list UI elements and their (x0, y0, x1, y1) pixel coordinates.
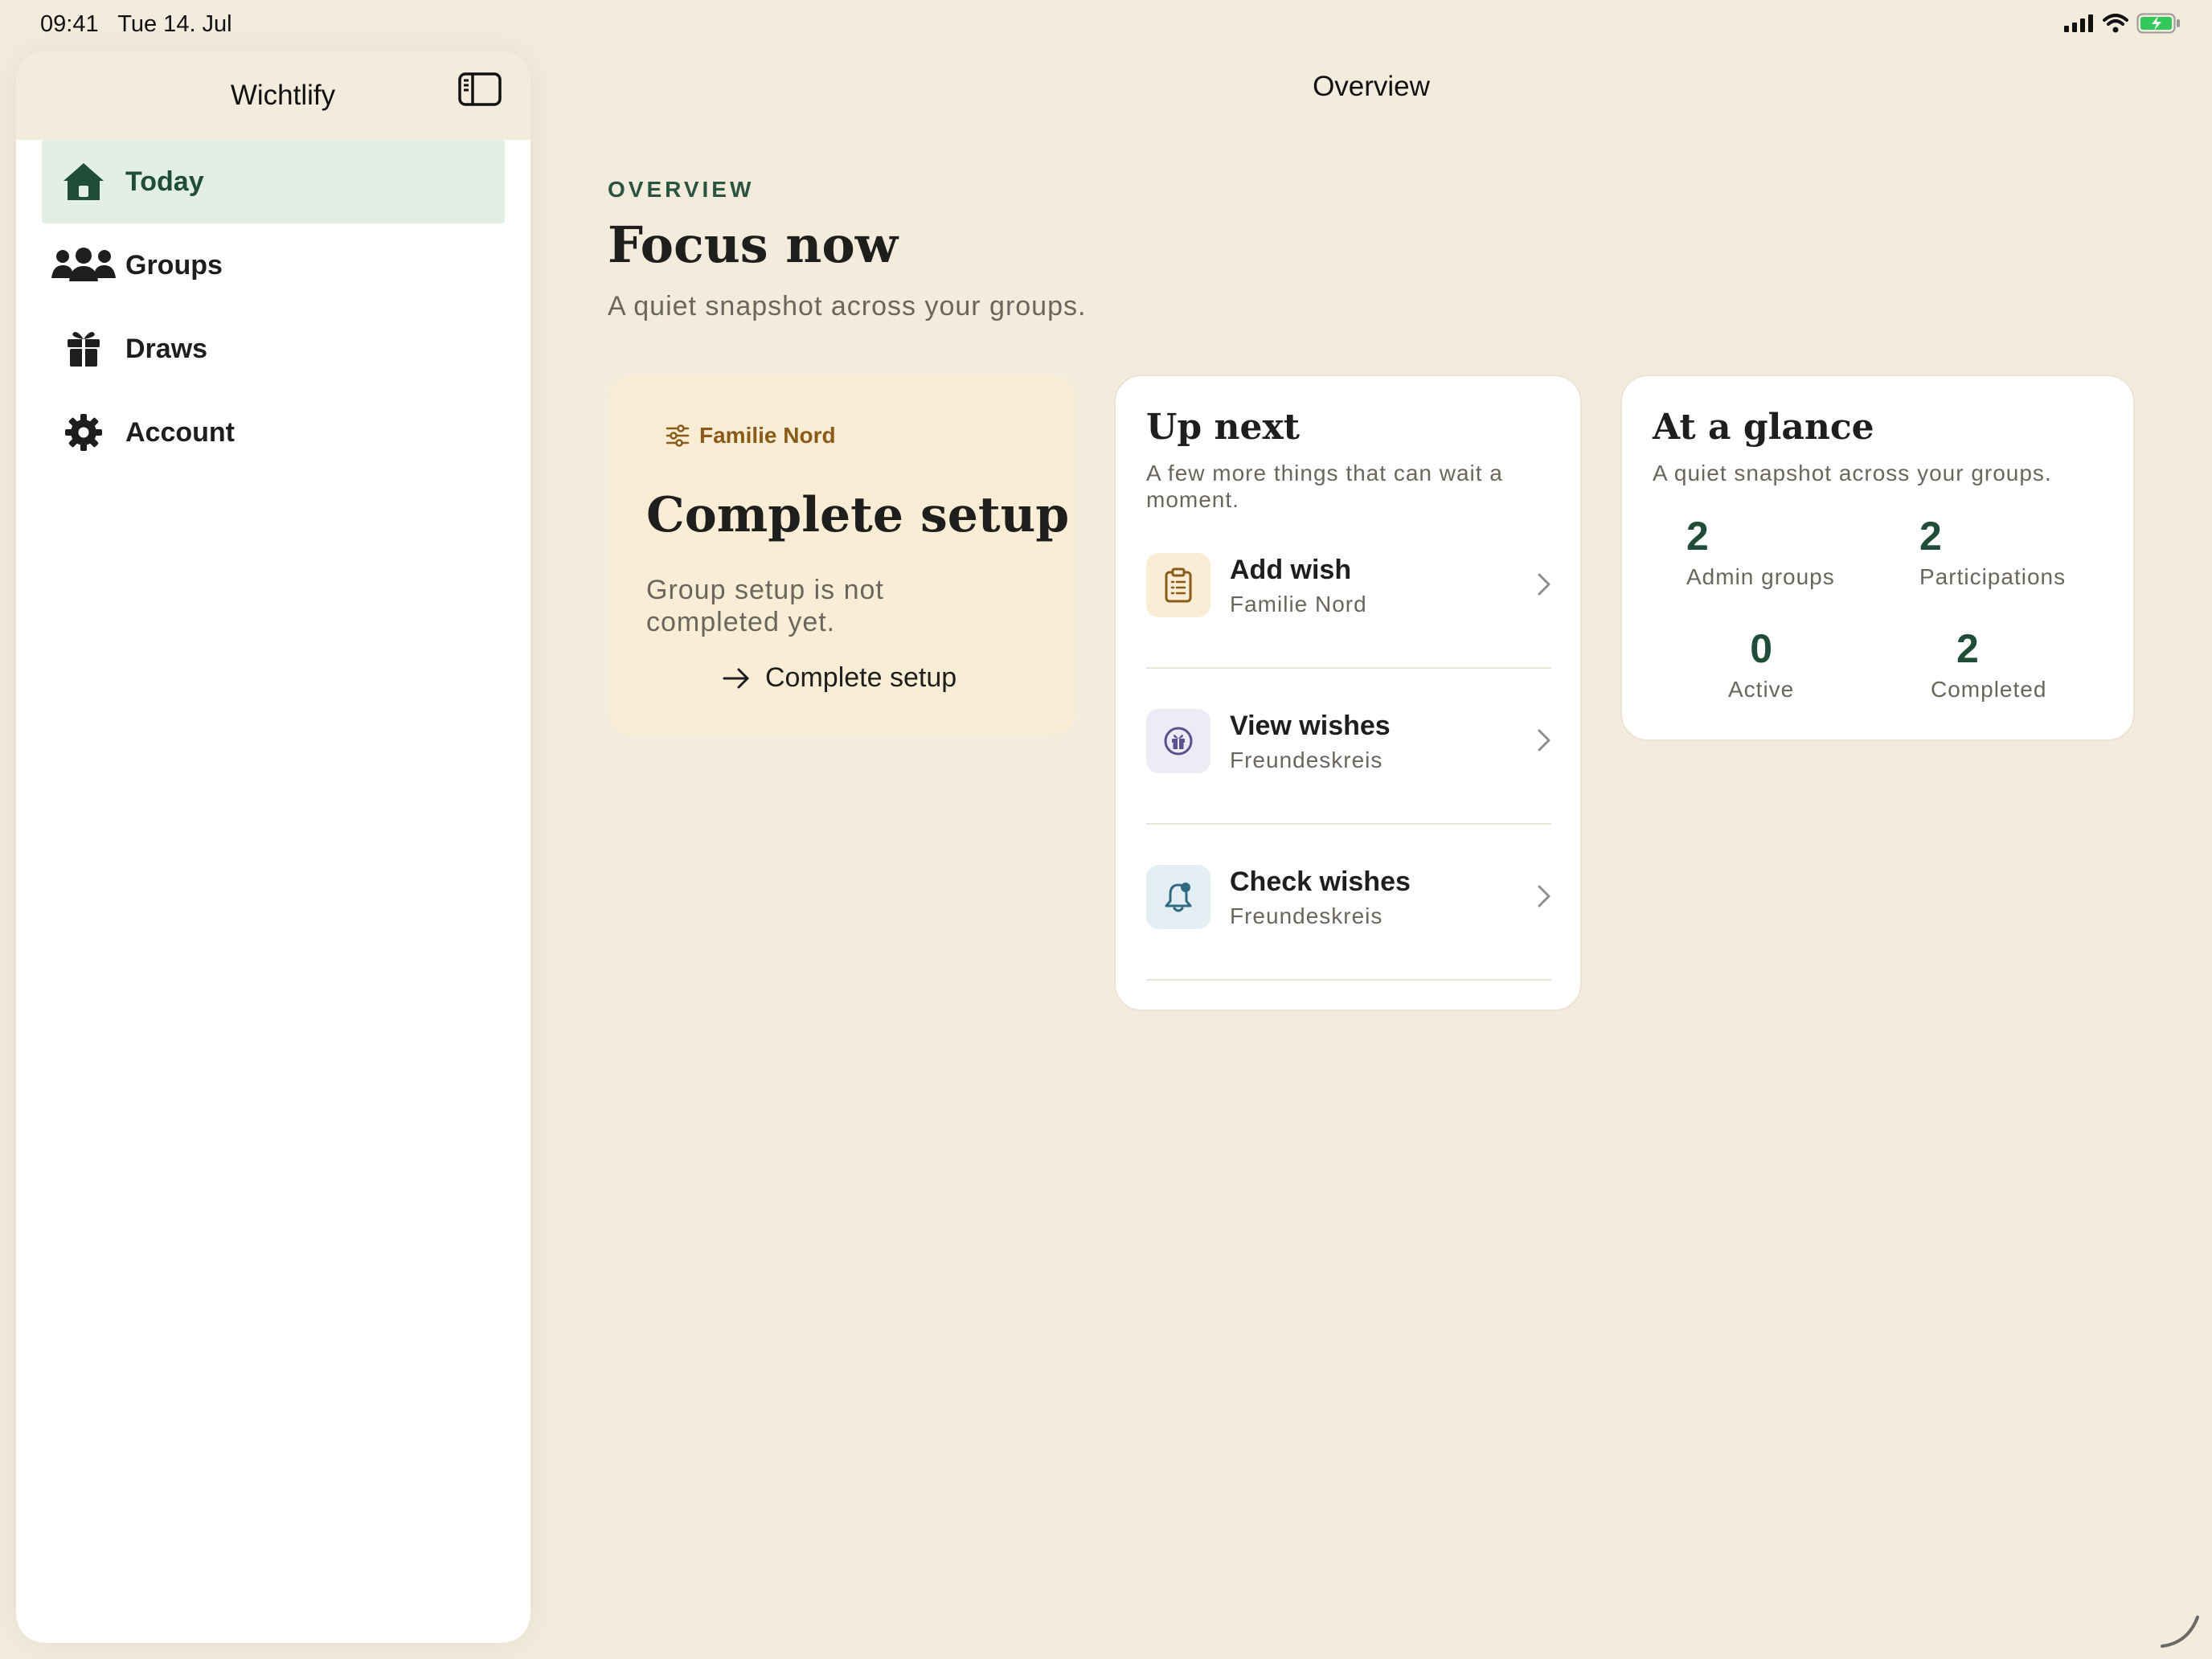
stat-label: Completed (1931, 677, 2047, 702)
bell-badge-icon (1146, 865, 1210, 929)
focus-group-name: Familie Nord (699, 423, 836, 448)
page-title: Focus now (608, 215, 899, 274)
sidebar-item-account[interactable]: Account (42, 391, 505, 474)
task-group: Familie Nord (1230, 592, 1367, 616)
sliders-icon (666, 424, 690, 447)
focus-card[interactable]: Familie Nord Complete setup Group setup … (608, 375, 1075, 736)
chevron-right-icon (1538, 885, 1550, 907)
sidebar-item-label: Draws (125, 333, 208, 364)
sidebar-nav: Today Groups Draws Account (42, 140, 505, 474)
focus-title: Complete setup (646, 487, 1070, 543)
chevron-right-icon (1538, 729, 1550, 752)
status-date: Tue 14. Jul (117, 11, 232, 37)
stat-value: 2 (1919, 514, 1942, 559)
task-group: Freundeskreis (1230, 748, 1383, 772)
stat-participations: 2 Participations (1919, 513, 2066, 590)
resize-corner-icon (2161, 1616, 2199, 1648)
complete-setup-button[interactable]: Complete setup (722, 662, 956, 694)
stat-active: 0 Active (1728, 625, 1794, 703)
sidebar-item-label: Today (125, 166, 204, 197)
up-next-card: Up next A few more things that can wait … (1114, 375, 1582, 1011)
arrow-right-icon (723, 668, 749, 688)
up-next-title: Up next (1146, 407, 1300, 448)
sidebar-item-groups[interactable]: Groups (42, 223, 505, 307)
clipboard-icon (1146, 553, 1210, 617)
task-title: Add wish (1230, 555, 1352, 585)
task-title: View wishes (1230, 711, 1391, 741)
focus-group-tag: Familie Nord (666, 423, 836, 449)
status-time: 09:41 (40, 11, 99, 37)
sidebar-item-draws[interactable]: Draws (42, 307, 505, 391)
gift-icon (42, 307, 125, 391)
stat-value: 0 (1750, 626, 1773, 671)
glance-subtitle: A quiet snapshot across your groups. (1653, 461, 2052, 485)
stat-value: 2 (1956, 626, 1979, 671)
page-subtitle: A quiet snapshot across your groups. (608, 291, 1087, 322)
chevron-right-icon (1538, 573, 1550, 596)
focus-description: Group setup is not completed yet. (646, 575, 884, 637)
stat-admin-groups: 2 Admin groups (1686, 513, 1835, 590)
gear-icon (42, 391, 125, 474)
task-row-add-wish[interactable]: Add wish Familie Nord (1146, 513, 1551, 669)
task-title: Check wishes (1230, 866, 1411, 897)
section-eyebrow: OVERVIEW (608, 177, 755, 202)
sidebar-item-today[interactable]: Today (42, 140, 505, 223)
status-bar-time: 09:41 Tue 14. Jul (40, 11, 232, 38)
gift-circle-icon (1146, 709, 1210, 773)
sidebar: Wichtlify Today Groups Draws Account (16, 51, 530, 1643)
app-title: Wichtlify (230, 80, 336, 111)
people-icon (42, 223, 125, 307)
stat-label: Admin groups (1686, 564, 1835, 589)
task-group: Freundeskreis (1230, 903, 1383, 928)
at-a-glance-card: At a glance A quiet snapshot across your… (1620, 375, 2135, 741)
stat-label: Participations (1919, 564, 2067, 589)
complete-setup-label: Complete setup (765, 662, 957, 693)
sidebar-toggle-button[interactable] (458, 72, 502, 110)
task-row-check-wishes[interactable]: Check wishes Freundeskreis (1146, 825, 1551, 981)
glance-title: At a glance (1653, 407, 1874, 448)
up-next-subtitle: A few more things that can wait a moment… (1146, 461, 1503, 512)
sidebar-item-label: Account (125, 416, 235, 448)
stat-completed: 2 Completed (1931, 625, 2046, 703)
sidebar-toggle-icon (458, 72, 502, 106)
nav-bar-title: Overview (1313, 71, 1430, 102)
stat-value: 2 (1686, 514, 1709, 559)
stat-label: Active (1728, 677, 1795, 702)
task-row-view-wishes[interactable]: View wishes Freundeskreis (1146, 669, 1551, 825)
house-icon (42, 140, 125, 223)
sidebar-item-label: Groups (125, 249, 223, 281)
